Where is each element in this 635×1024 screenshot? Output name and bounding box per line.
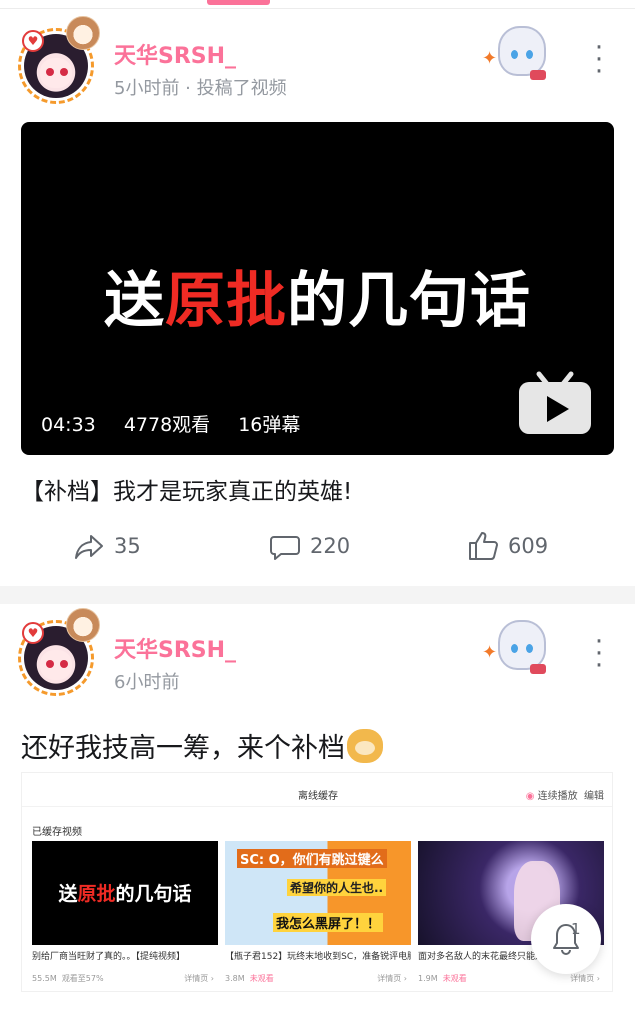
video-duration: 04:33 xyxy=(41,414,96,436)
action-bar: 35 220 609 xyxy=(0,528,635,564)
embed-header: 离线缓存 ◉ 连续播放 编辑 xyxy=(22,773,612,807)
post-separator xyxy=(0,586,635,604)
heart-icon: ♥ xyxy=(22,622,44,644)
like-count: 609 xyxy=(508,534,549,558)
video-views: 4778观看 xyxy=(123,414,211,436)
post-text-content: 还好我技高一筹，来个补档 xyxy=(21,733,345,764)
post-meta: 5小时前 · 投稿了视频 xyxy=(114,78,287,99)
more-options-icon[interactable]: · · · xyxy=(588,35,610,85)
divider xyxy=(0,8,635,9)
doge-icon xyxy=(347,728,383,763)
dynamic-feed: ♥ 天华SRSH_ 5小时前 · 投稿了视频 ✦ · · · 送原批的几句话 04:… xyxy=(0,0,635,1024)
cached-video-card: SC: O，你们有跳过键么 希望你的人生也.. 我怎么黑屏了！！ 【瓶子君152… xyxy=(225,841,411,989)
share-icon xyxy=(75,535,103,559)
bilibili-tv-icon[interactable] xyxy=(517,370,593,436)
card-thumbnail: SC: O，你们有跳过键么 希望你的人生也.. 我怎么黑屏了！！ xyxy=(225,841,411,945)
username[interactable]: 天华SRSH_ xyxy=(114,38,236,70)
feed-post: ♥ 天华SRSH_ 5小时前 · 投稿了视频 ✦ · · · 送原批的几句话 04:… xyxy=(0,12,635,586)
username[interactable]: 天华SRSH_ xyxy=(114,632,236,664)
card-title: 别给厂商当旺财了真的。。【提纯视频】 xyxy=(32,952,186,962)
post-meta: 6小时前 xyxy=(114,672,180,693)
embedded-image[interactable]: 离线缓存 ◉ 连续播放 编辑 已缓存视频 送原批的几句话 别给厂商当旺财了真的。… xyxy=(21,772,613,992)
share-count: 35 xyxy=(114,534,141,558)
like-button[interactable]: 609 xyxy=(466,528,548,564)
cached-video-card: 送原批的几句话 别给厂商当旺财了真的。。【提纯视频】 55.5M 观看至57% 详… xyxy=(32,841,218,989)
thumbs-up-icon xyxy=(469,532,498,560)
share-button[interactable]: 35 xyxy=(72,528,141,564)
thumbnail-title: 送原批的几句话 xyxy=(104,266,531,336)
card-meta: 55.5M 观看至57% 详情页 › xyxy=(32,974,214,983)
avatar[interactable]: ♥ xyxy=(16,16,104,104)
tab-indicator xyxy=(207,0,270,5)
embed-title: 离线缓存 xyxy=(298,791,338,802)
video-thumbnail[interactable]: 送原批的几句话 04:33 4778观看 16弹幕 xyxy=(21,122,614,455)
avatar[interactable]: ♥ xyxy=(16,608,104,696)
pendant-icon xyxy=(66,16,100,50)
card-meta: 1.9M 未观看 详情页 › xyxy=(418,974,600,983)
comment-count: 220 xyxy=(310,534,351,558)
video-title[interactable]: 【补档】我才是玩家真正的英雄! xyxy=(21,472,352,506)
card-title: 【瓶子君152】玩终末地收到SC，准备锐评电脑直接黑屏了 xyxy=(225,952,411,962)
notification-count: 1 xyxy=(571,920,581,938)
decoration-icon[interactable]: ✦ xyxy=(478,616,558,680)
card-thumbnail: 送原批的几句话 xyxy=(32,841,218,945)
card-meta: 3.8M 未观看 详情页 › xyxy=(225,974,407,983)
embed-actions: ◉ 连续播放 编辑 xyxy=(525,791,604,802)
video-stats: 04:33 4778观看 16弹幕 xyxy=(41,410,322,437)
video-danmaku: 16弹幕 xyxy=(238,414,301,436)
pendant-icon xyxy=(66,608,100,642)
embed-section-title: 已缓存视频 xyxy=(32,827,82,838)
post-text: 还好我技高一筹，来个补档 xyxy=(21,726,383,765)
more-options-icon[interactable]: · · · xyxy=(588,629,610,679)
notification-button[interactable]: 1 xyxy=(531,904,601,974)
comment-icon xyxy=(270,536,300,560)
decoration-icon[interactable]: ✦ xyxy=(478,22,558,86)
heart-icon: ♥ xyxy=(22,30,44,52)
comment-button[interactable]: 220 xyxy=(268,528,350,564)
